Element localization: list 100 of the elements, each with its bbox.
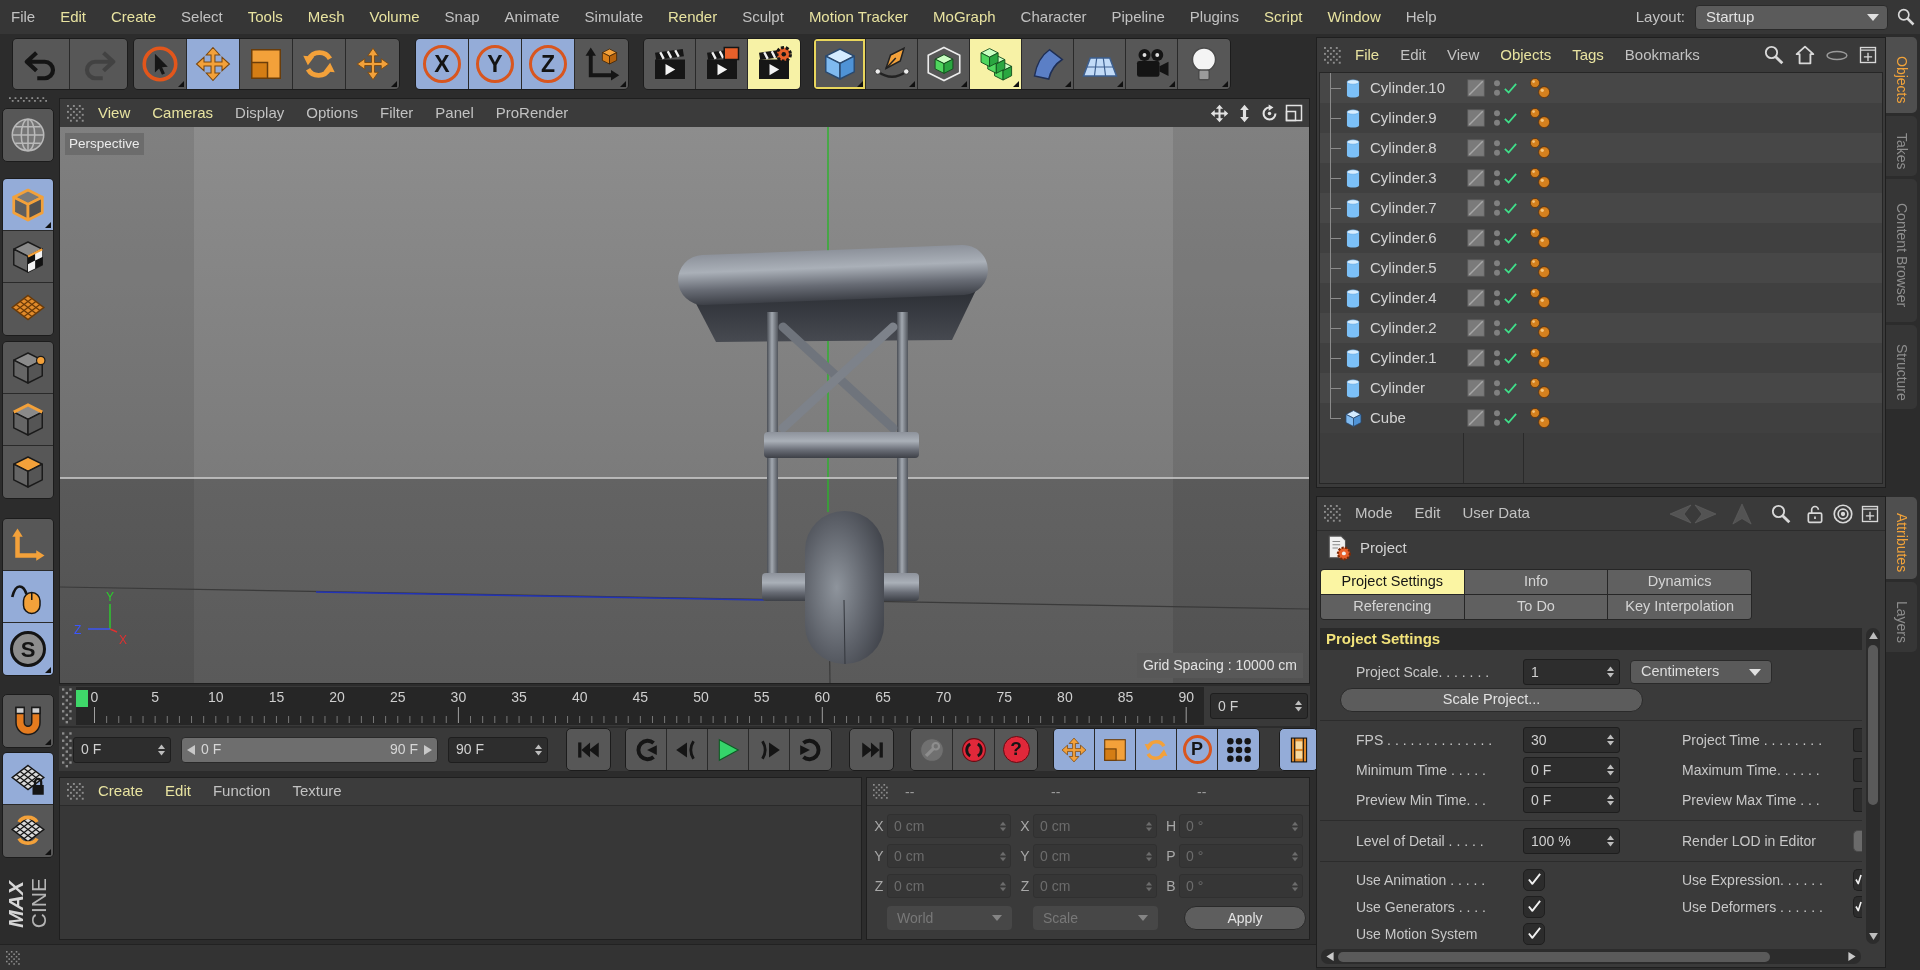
menu-item[interactable]: Create [111,5,157,29]
menu-item[interactable]: Tools [247,5,283,29]
previous-key-button[interactable] [626,729,667,770]
menu-item[interactable]: Mode [1355,502,1393,525]
tab[interactable]: To Do [1464,595,1608,619]
object-name[interactable]: Cylinder.3 [1370,166,1437,190]
menu-item[interactable]: File [1355,43,1380,67]
visibility-dots-icon[interactable] [1493,229,1501,247]
number-field[interactable]: 30 [1523,727,1620,753]
scale-project-button[interactable]: Scale Project... [1340,688,1643,712]
check-icon[interactable] [1503,350,1518,366]
visibility-dots-icon[interactable] [1493,349,1501,367]
object-name[interactable]: Cylinder.10 [1370,76,1446,100]
go-to-end-button[interactable] [849,728,894,771]
layer-swatch-icon[interactable] [1467,139,1485,157]
keyframe-selection-button[interactable]: ? [995,729,1037,770]
point-level-key-button[interactable] [1218,729,1259,770]
new-panel-icon[interactable] [1861,504,1879,523]
menu-item[interactable]: Edit [60,5,87,29]
check-icon[interactable] [1503,110,1518,126]
tweak-mode-button[interactable] [3,571,53,623]
lock-icon[interactable] [1805,503,1825,524]
layer-swatch-icon[interactable] [1467,289,1485,307]
visibility-dots-icon[interactable] [1493,139,1501,157]
preview-range-field[interactable]: 0 F 90 F [181,736,438,763]
menu-item[interactable]: Display [235,101,285,125]
spheres-tag-icon[interactable] [1529,407,1551,429]
bend-deformer-button[interactable] [1022,39,1074,89]
number-field[interactable]: 0 F [73,736,171,763]
check-icon[interactable] [1503,410,1518,426]
rotation-key-button[interactable] [1136,729,1177,770]
spheres-tag-icon[interactable] [1529,317,1551,339]
menu-item[interactable]: View [1447,43,1480,67]
menu-item[interactable]: Window [1327,5,1381,29]
menu-item[interactable]: Mesh [307,5,345,29]
object-name[interactable]: Cube [1370,406,1406,430]
model-mode-button[interactable] [3,179,53,231]
visibility-dots-icon[interactable] [1493,319,1501,337]
menu-item[interactable]: Edit [1400,43,1427,67]
object-name[interactable]: Cylinder.5 [1370,256,1437,280]
menu-item[interactable]: Create [98,780,144,803]
number-field[interactable]: 1 [1523,659,1620,685]
maximize-icon[interactable] [1285,104,1303,122]
checkbox[interactable] [1853,895,1862,918]
rotate-tool-button[interactable] [293,39,346,89]
lock-workplane-button[interactable] [3,753,53,805]
scrollbar-thumb[interactable] [1868,645,1878,805]
spheres-tag-icon[interactable] [1529,257,1551,279]
render-to-picture-viewer-button[interactable] [696,39,748,89]
render-view-button[interactable] [644,39,696,89]
check-icon[interactable] [1503,200,1518,216]
visibility-dots-icon[interactable] [1493,409,1501,427]
tab[interactable]: Project Settings [1321,570,1464,594]
layer-swatch-icon[interactable] [1467,319,1485,337]
check-icon[interactable] [1503,320,1518,336]
visibility-dots-icon[interactable] [1493,169,1501,187]
visibility-dots-icon[interactable] [1493,79,1501,97]
check-icon[interactable] [1503,80,1518,96]
object-name[interactable]: Cylinder.2 [1370,316,1437,340]
menu-item[interactable]: Plugins [1189,5,1240,29]
cube-button[interactable] [814,39,866,89]
ellipse-icon[interactable] [1826,50,1848,60]
layout-dropdown[interactable]: Startup [1695,4,1888,30]
menu-item[interactable]: Animate [504,5,560,29]
spheres-tag-icon[interactable] [1529,137,1551,159]
points-mode-button[interactable] [3,342,53,394]
make-editable-button[interactable] [2,108,54,162]
menu-item[interactable]: Panel [435,101,474,125]
spheres-tag-icon[interactable] [1529,347,1551,369]
object-row[interactable]: Cylinder.2 [1320,313,1882,343]
autokeying-button[interactable] [953,729,995,770]
z-axis-button[interactable]: Z [522,39,575,89]
axis-mode-button[interactable] [3,519,53,571]
menu-item[interactable]: Cameras [152,101,214,125]
number-field[interactable]: 0 F [1523,757,1620,783]
menu-item[interactable]: Render [667,5,718,29]
checkbox[interactable] [1523,895,1545,918]
side-tab[interactable]: Objects [1886,37,1917,113]
search-icon[interactable] [1771,503,1791,524]
scale-key-button[interactable] [1095,729,1136,770]
solo-button[interactable]: S [3,623,53,675]
unit-dropdown[interactable]: Centimeters [1630,660,1772,684]
checkbox[interactable] [1853,868,1862,891]
menu-item[interactable]: File [11,5,36,29]
spheres-tag-icon[interactable] [1529,107,1551,129]
side-tab[interactable]: Structure [1886,325,1917,409]
home-icon[interactable] [1795,45,1815,65]
live-selection-button[interactable] [134,39,187,89]
light-button[interactable] [1178,39,1230,89]
polygons-mode-button[interactable] [3,446,53,498]
visibility-dots-icon[interactable] [1493,109,1501,127]
layer-swatch-icon[interactable] [1467,79,1485,97]
play-button[interactable] [708,729,749,770]
menu-item[interactable]: Function [212,780,271,803]
planar-workplane-button[interactable] [3,805,53,857]
undo-button[interactable] [13,39,70,89]
input-field[interactable] [1853,788,1862,812]
snap-button[interactable] [2,694,54,748]
menu-item[interactable]: Pipeline [1111,5,1165,29]
search-icon[interactable] [1764,45,1784,65]
